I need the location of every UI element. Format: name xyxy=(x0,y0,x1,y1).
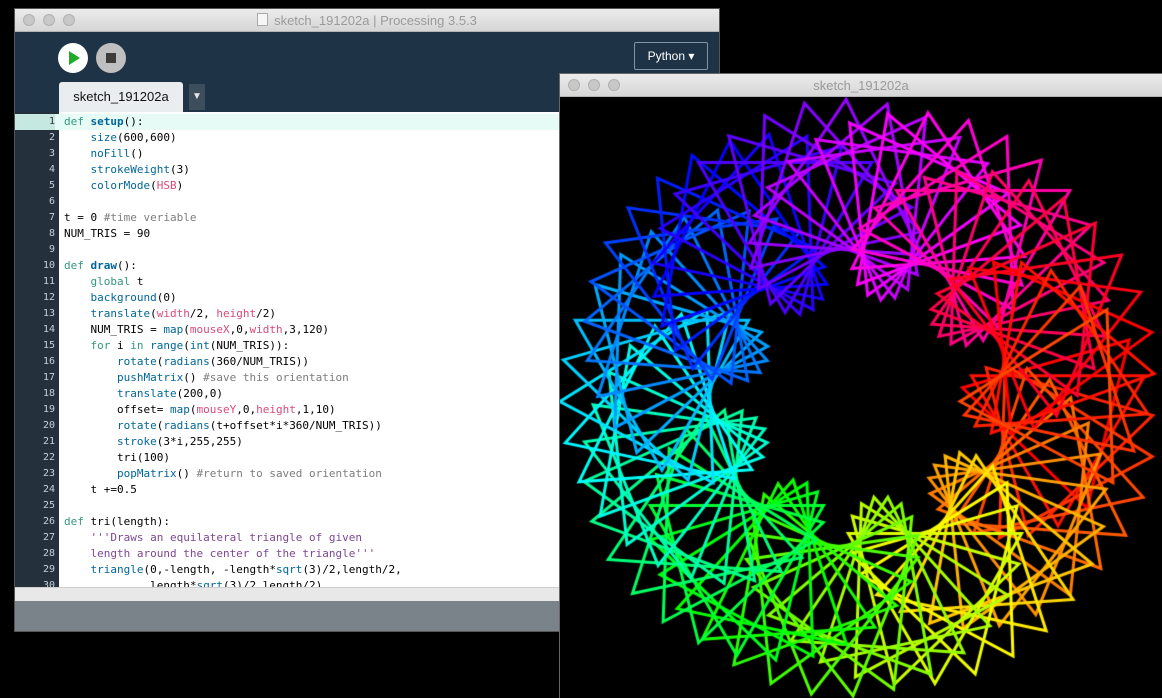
line-number: 25 xyxy=(42,500,55,511)
line-number: 10 xyxy=(42,260,55,271)
mode-selector[interactable]: Python ▾ xyxy=(634,42,708,70)
ide-window-title: sketch_191202a | Processing 3.5.3 xyxy=(15,13,719,28)
code-text: background(0) xyxy=(90,291,177,304)
code-text: translate(200,0) xyxy=(116,387,223,400)
code-text: global t xyxy=(90,275,144,288)
sketch-titlebar[interactable]: sketch_191202a xyxy=(560,74,1162,97)
line-number: 21 xyxy=(42,436,55,447)
code-text: triangle(0,-length, -length*sqrt(3)/2,le… xyxy=(90,563,402,576)
code-text: popMatrix() #return to saved orientation xyxy=(116,467,382,480)
line-number: 14 xyxy=(42,324,55,335)
code-text: pushMatrix() #save this orientation xyxy=(116,371,349,384)
code-text: t = 0 #time veriable xyxy=(64,211,197,224)
line-number: 29 xyxy=(42,564,55,575)
sketch-canvas[interactable] xyxy=(560,97,1162,698)
line-number: 13 xyxy=(42,308,55,319)
line-number: 16 xyxy=(42,356,55,367)
tab-menu-button[interactable]: ▼ xyxy=(189,84,205,110)
code-text: stroke(3*i,255,255) xyxy=(116,435,243,448)
code-text: NUM_TRIS = 90 xyxy=(64,227,151,240)
line-number: 11 xyxy=(42,276,55,287)
tab-sketch[interactable]: sketch_191202a xyxy=(59,82,183,112)
code-text: length around the center of the triangle… xyxy=(64,547,376,560)
line-number: 1 xyxy=(15,114,55,130)
play-icon xyxy=(69,51,80,65)
code-text: for i in range(int(NUM_TRIS)): xyxy=(90,339,290,352)
line-number: 9 xyxy=(48,244,55,255)
code-text: strokeWeight(3) xyxy=(90,163,190,176)
line-number: 2 xyxy=(48,132,55,143)
code-text: def tri(length): xyxy=(64,515,170,528)
code-text: def setup(): xyxy=(64,115,144,128)
line-number: 26 xyxy=(42,516,55,527)
code-text: noFill() xyxy=(90,147,144,160)
sketch-window-title: sketch_191202a xyxy=(813,78,909,93)
line-number: 8 xyxy=(48,228,55,239)
line-number: 20 xyxy=(42,420,55,431)
line-number: 19 xyxy=(42,404,55,415)
sketch-output-window: sketch_191202a xyxy=(560,74,1162,698)
code-text: translate(width/2, height/2) xyxy=(90,307,276,320)
code-text: rotate(radians(t+offset*i*360/NUM_TRIS)) xyxy=(116,419,382,432)
ide-titlebar[interactable]: sketch_191202a | Processing 3.5.3 xyxy=(15,9,719,32)
code-text: '''Draws an equilateral triangle of give… xyxy=(64,531,363,544)
line-number: 28 xyxy=(42,548,55,559)
stop-button[interactable] xyxy=(96,43,126,73)
line-number: 18 xyxy=(42,388,55,399)
code-text: size(600,600) xyxy=(90,131,177,144)
line-number: 4 xyxy=(48,164,55,175)
code-text: t +=0.5 xyxy=(64,483,137,496)
code-text: NUM_TRIS = map(mouseX,0,width,3,120) xyxy=(64,323,329,336)
line-number: 7 xyxy=(48,212,55,223)
code-text: colorMode(HSB) xyxy=(90,179,184,192)
line-number: 23 xyxy=(42,468,55,479)
code-text: offset= map(mouseY,0,height,1,10) xyxy=(64,403,336,416)
code-text: rotate(radians(360/NUM_TRIS)) xyxy=(116,355,310,368)
code-text: length*sqrt(3)/2,length/2) xyxy=(64,579,323,587)
line-number: 27 xyxy=(42,532,55,543)
code-text: tri(100) xyxy=(64,451,170,464)
line-number: 6 xyxy=(48,196,55,207)
line-number: 17 xyxy=(42,372,55,383)
line-number: 24 xyxy=(42,484,55,495)
document-icon xyxy=(257,13,269,26)
line-number: 5 xyxy=(48,180,55,191)
line-number: 12 xyxy=(42,292,55,303)
line-number: 3 xyxy=(48,148,55,159)
line-number: 15 xyxy=(42,340,55,351)
line-number: 30 xyxy=(42,580,55,587)
stop-icon xyxy=(106,53,116,63)
line-number: 22 xyxy=(42,452,55,463)
run-button[interactable] xyxy=(58,43,88,73)
code-text: def draw(): xyxy=(64,259,137,272)
